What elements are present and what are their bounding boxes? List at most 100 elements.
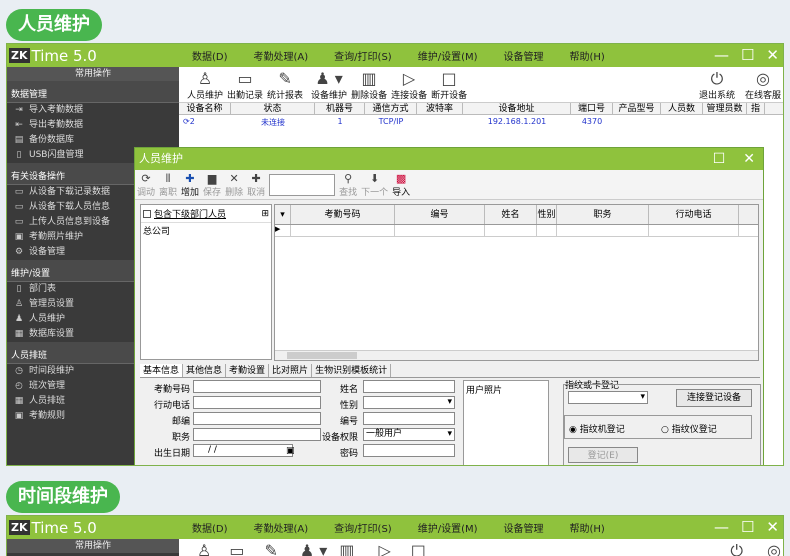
horizontal-scrollbar[interactable] [275, 350, 758, 360]
menu-device[interactable]: 设备管理 [504, 520, 544, 535]
register-button[interactable]: 登记(E) [568, 447, 638, 463]
include-sub-checkbox[interactable] [143, 209, 151, 218]
support-icon: ◎ [756, 69, 770, 88]
sidebar: 常用操作 [7, 539, 179, 556]
password-field[interactable] [363, 444, 455, 457]
menu-help[interactable]: 帮助(H) [570, 520, 605, 535]
tab-basic[interactable]: 基本信息 [140, 364, 184, 377]
calendar-icon[interactable]: ▣ [286, 446, 295, 456]
name-field[interactable] [363, 380, 455, 393]
table-row[interactable]: ▶ [275, 225, 758, 237]
database-icon: ▦ [14, 329, 24, 339]
close-icon[interactable]: ✕ [766, 46, 779, 64]
personnel-grid[interactable]: ▾ 考勤号码 编号 姓名 性别 职务 行动电话 ▶ [274, 204, 759, 361]
exit-button[interactable]: ⏻ [728, 539, 745, 556]
department-tree[interactable]: 包含下级部门人员 ⊞ 总公司 [140, 204, 272, 360]
zipcode-field[interactable] [193, 412, 321, 425]
menu-query[interactable]: 查询/打印(S) [334, 48, 392, 63]
employee-number-field[interactable] [363, 412, 455, 425]
connect-register-device-button[interactable]: 连接登记设备 [676, 389, 752, 407]
users-icon: ♟ [14, 314, 24, 324]
attendance-records-button[interactable]: ▭ 出勤记录 [225, 67, 265, 102]
row-indicator-icon: ▾ [275, 205, 291, 224]
device-table-header: 设备名称 状态 机器号 通信方式 波特率 设备地址 端口号 产品型号 人员数 管… [179, 103, 783, 115]
cancel-button[interactable]: ✚ 取消 [245, 170, 267, 199]
play-icon: ▷ [402, 69, 416, 88]
maximize-icon[interactable]: ☐ [741, 46, 754, 64]
search-input[interactable] [269, 174, 336, 196]
clock-icon: ◷ [15, 366, 23, 376]
sidebar-item-import[interactable]: ⇥ 导入考勤数据 [7, 103, 179, 118]
menu-attendance[interactable]: 考勤处理(A) [254, 520, 309, 535]
tab-other[interactable]: 其他信息 [183, 364, 227, 377]
reports-button[interactable]: ✎ 统计报表 [265, 67, 305, 102]
close-icon[interactable]: ✕ [766, 518, 779, 536]
radio-fingerprint-reader[interactable]: ○ 指纹仪登记 [661, 422, 717, 435]
document-icon: ▯ [16, 284, 22, 294]
exit-button[interactable]: ⏻ 退出系统 [697, 67, 737, 102]
delete-button[interactable]: ✕ 删除 [223, 170, 245, 199]
sidebar-item-export[interactable]: ⇤ 导出考勤数据 [7, 118, 179, 133]
close-icon[interactable]: ✕ [743, 148, 755, 170]
transfer-button[interactable]: ⟳ 调动 [135, 170, 157, 199]
tree-icon[interactable]: ⊞ [261, 209, 269, 219]
menu-data[interactable]: 数据(D) [192, 48, 228, 63]
mobile-field[interactable] [193, 396, 321, 409]
edit-icon: ✎ [278, 69, 292, 88]
reports-button[interactable]: ✎ [262, 539, 279, 556]
tree-root[interactable]: 总公司 [141, 223, 271, 238]
menu-maintain[interactable]: 维护/设置(M) [418, 520, 478, 535]
personnel-button[interactable]: ♙ 人员维护 [185, 67, 225, 102]
menu-attendance[interactable]: 考勤处理(A) [254, 48, 309, 63]
rules-icon: ▣ [14, 411, 24, 421]
device-maintain-button[interactable]: ♟ ▾ 设备维护 [309, 67, 349, 102]
add-button[interactable]: ✚ 增加 [179, 170, 201, 199]
tab-photo[interactable]: 比对照片 [269, 364, 313, 377]
support-button[interactable]: ◎ [765, 539, 783, 556]
resign-button[interactable]: ⫴ 离职 [157, 170, 179, 199]
connect-device-button[interactable]: ▷ 连接设备 [389, 67, 429, 102]
save-button[interactable]: ▆ 保存 [201, 170, 223, 199]
database-icon: ▤ [14, 135, 24, 145]
birthdate-field[interactable]: / / [193, 444, 293, 457]
disconnect-device-button[interactable]: □ 断开设备 [429, 67, 469, 102]
disconnect-device-button[interactable]: □ [409, 539, 428, 556]
maximize-icon[interactable]: ☐ [741, 518, 754, 536]
delete-device-button[interactable]: ▥ 删除设备 [349, 67, 389, 102]
device-maintain-button[interactable]: ♟ ▾ [298, 539, 329, 556]
delete-device-button[interactable]: ▥ [337, 539, 356, 556]
find-button[interactable]: ⚲ 查找 [337, 170, 359, 199]
menu-help[interactable]: 帮助(H) [570, 48, 605, 63]
next-button[interactable]: ⬇ 下一个 [359, 170, 390, 199]
device-row[interactable]: ⟳2 未连接 1 TCP/IP 192.168.1.201 4370 [179, 117, 783, 129]
device-select[interactable]: ▾ [568, 391, 648, 404]
connect-device-button[interactable]: ▷ [376, 539, 392, 556]
menu-device[interactable]: 设备管理 [504, 48, 544, 63]
attendance-records-button[interactable]: ▭ [227, 539, 246, 556]
tab-attendance-settings[interactable]: 考勤设置 [226, 364, 270, 377]
minimize-icon[interactable]: — [714, 518, 729, 536]
user-photo-box[interactable]: 用户照片 [463, 380, 549, 465]
tab-biometric[interactable]: 生物识别模板统计 [312, 364, 392, 377]
device-icon: ⟳ [183, 117, 190, 126]
gender-select[interactable]: ▾ [363, 396, 455, 409]
att-number-field[interactable] [193, 380, 321, 393]
maximize-icon[interactable]: ☐ [713, 148, 726, 170]
menu-data[interactable]: 数据(D) [192, 520, 228, 535]
menu-query[interactable]: 查询/打印(S) [334, 520, 392, 535]
upload-icon: ▭ [14, 217, 24, 227]
title-bar: ZK Time 5.0 数据(D) 考勤处理(A) 查询/打印(S) 维护/设置(… [7, 44, 783, 67]
radio-fingerprint-machine[interactable]: ◉ 指纹机登记 [569, 422, 625, 435]
import-button[interactable]: ▩ 导入 [390, 170, 412, 199]
minimize-icon[interactable]: — [714, 46, 729, 64]
scroll-thumb[interactable] [287, 352, 357, 359]
support-button[interactable]: ◎ 在线客服 [743, 67, 783, 102]
pin-icon: ⚲ [344, 172, 353, 185]
personnel-button[interactable]: ♙ [195, 539, 213, 556]
sidebar-item-backup[interactable]: ▤ 备份数据库 [7, 133, 179, 148]
device-users-icon: ♟ ▾ [315, 69, 343, 88]
title-field[interactable] [193, 428, 321, 441]
menu-bar: 数据(D) 考勤处理(A) 查询/打印(S) 维护/设置(M) 设备管理 帮助(… [192, 520, 605, 535]
privilege-select[interactable]: 一般用户 ▾ [363, 428, 455, 441]
menu-maintain[interactable]: 维护/设置(M) [418, 48, 478, 63]
